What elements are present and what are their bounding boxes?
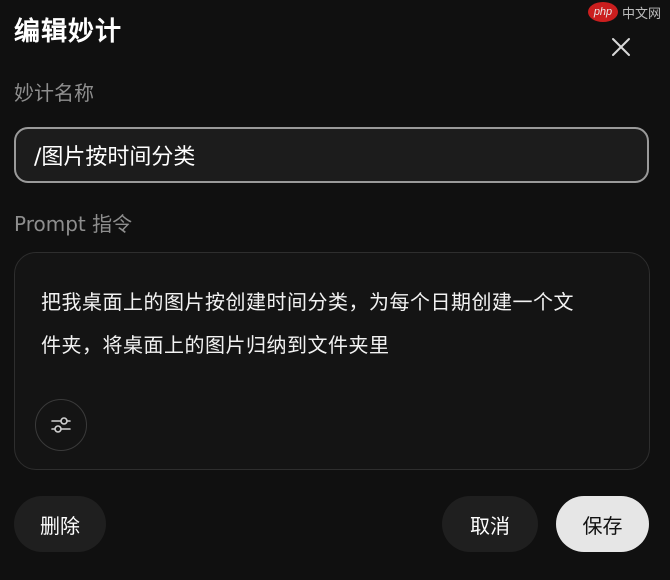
prompt-textarea[interactable]: 把我桌面上的图片按创建时间分类，为每个日期创建一个文 件夹，将桌面上的图片归纳到… — [14, 252, 650, 470]
cancel-button[interactable]: 取消 — [442, 496, 538, 552]
watermark-text: 中文网 — [622, 6, 662, 22]
save-button[interactable]: 保存 — [556, 496, 649, 552]
close-button[interactable] — [604, 30, 638, 64]
prompt-line-1: 把我桌面上的图片按创建时间分类，为每个日期创建一个文 — [41, 290, 574, 314]
prompt-field-label: Prompt 指令 — [14, 212, 133, 236]
tip-name-input[interactable]: /图片按时间分类 — [14, 127, 649, 183]
close-icon — [612, 38, 630, 56]
site-watermark: php 中文网 — [588, 0, 670, 24]
dialog-title: 编辑妙计 — [14, 17, 123, 47]
name-field-label: 妙计名称 — [14, 81, 94, 105]
tip-name-value: /图片按时间分类 — [34, 145, 196, 170]
edit-tip-dialog: 编辑妙计 php 中文网 妙计名称 /图片按时间分类 Prompt 指令 把我桌… — [0, 0, 670, 580]
sliders-icon — [51, 417, 71, 433]
prompt-settings-button[interactable] — [35, 399, 87, 451]
prompt-line-2: 件夹，将桌面上的图片归纳到文件夹里 — [41, 333, 390, 357]
watermark-badge: php — [588, 2, 618, 22]
delete-button[interactable]: 删除 — [14, 496, 106, 552]
prompt-text: 把我桌面上的图片按创建时间分类，为每个日期创建一个文 件夹，将桌面上的图片归纳到… — [41, 281, 631, 367]
